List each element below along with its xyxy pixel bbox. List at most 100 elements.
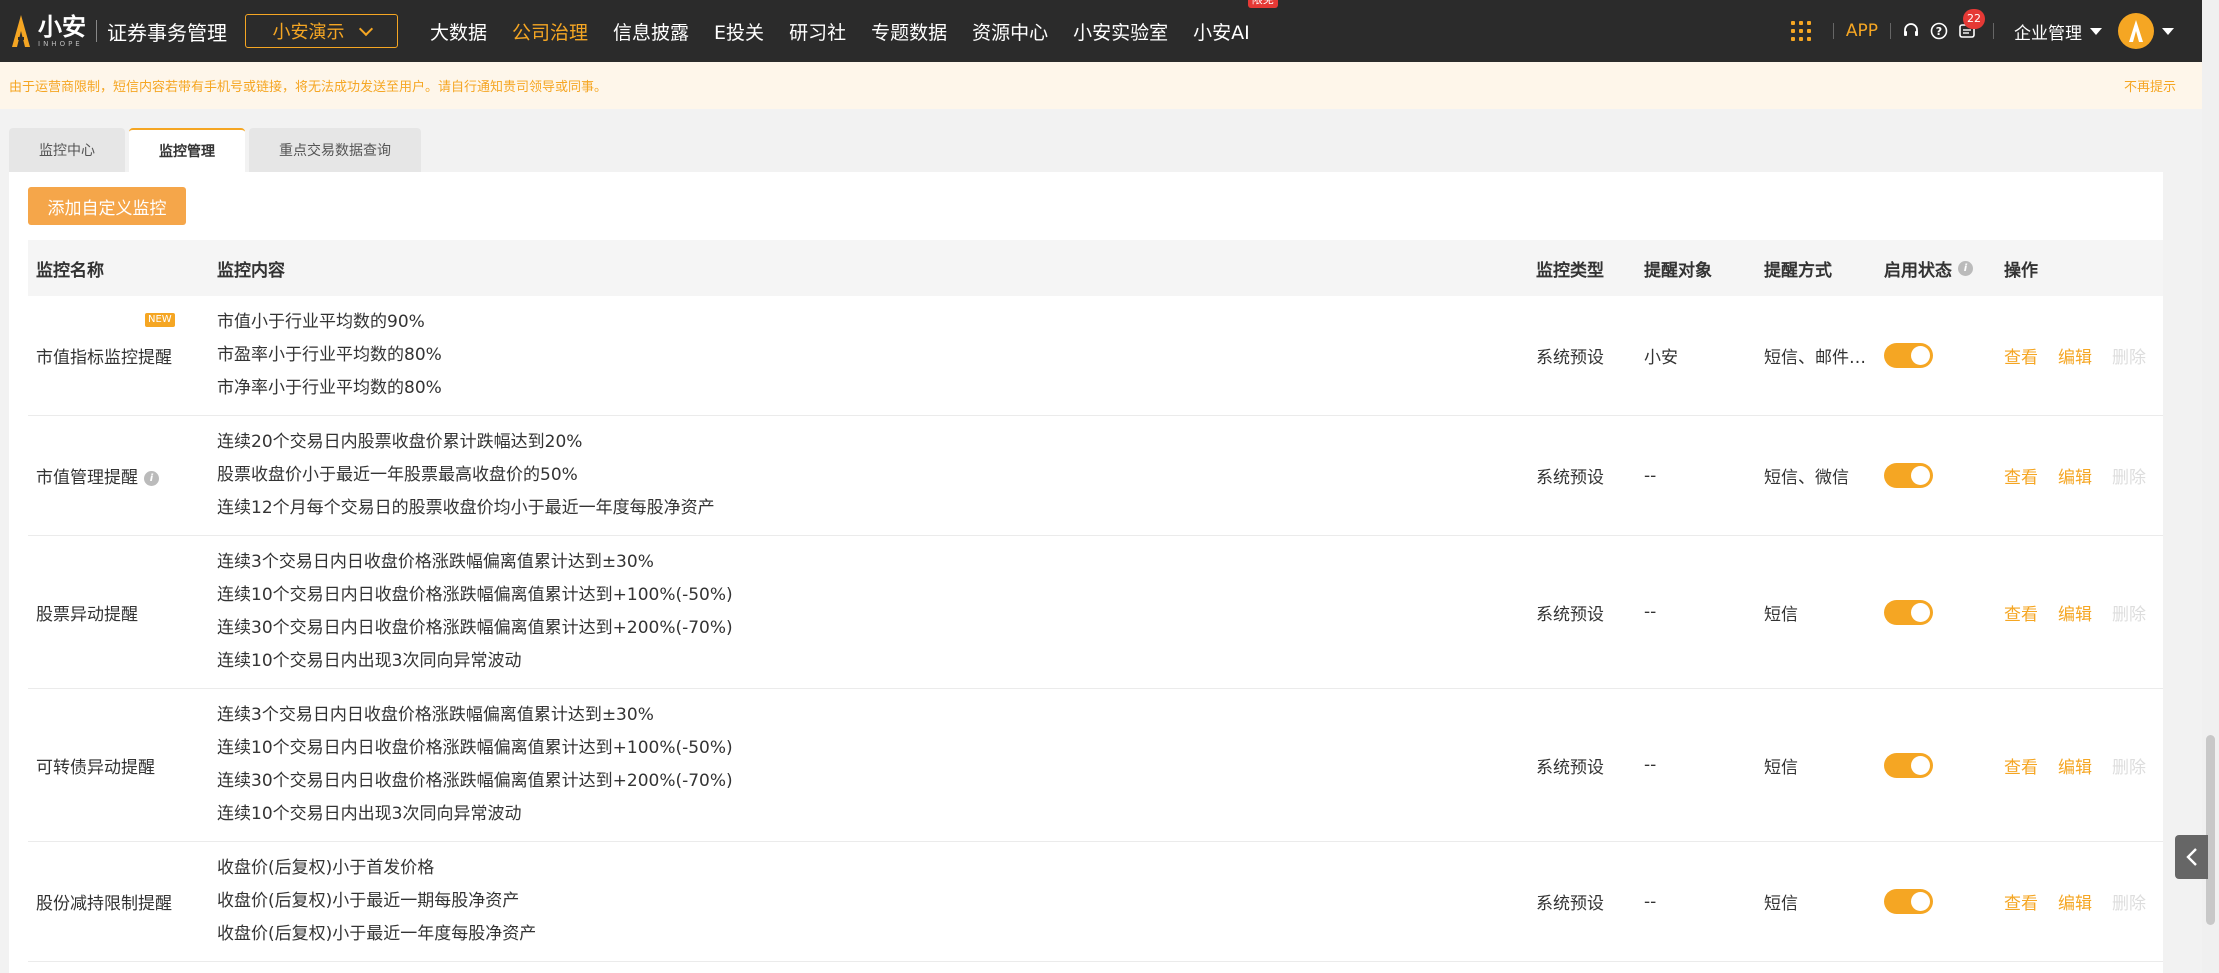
monitor-content-cell: 连续20个交易日内股票收盘价累计跌幅达到20% 股票收盘价小于最近一年股票最高收盘… bbox=[209, 416, 1528, 535]
table-row: 市值管理提醒 i 连续20个交易日内股票收盘价累计跌幅达到20% 股票收盘价小于最近一… bbox=[28, 416, 2163, 536]
status-cell bbox=[1876, 463, 1996, 488]
view-link[interactable]: 查看 bbox=[2004, 463, 2038, 488]
nav-item[interactable]: 专题数据 bbox=[871, 18, 947, 45]
brand-logo[interactable]: 小安 INHOPE 证券事务管理 bbox=[8, 0, 227, 62]
avatar[interactable] bbox=[2118, 13, 2154, 49]
tab[interactable]: 重点交易数据查询 bbox=[249, 128, 421, 172]
message-icon[interactable]: 22 bbox=[1957, 9, 1985, 41]
monitor-condition: 连续10个交易日内日收盘价格涨跌幅偏离值累计达到+100%(-50%) bbox=[217, 585, 733, 605]
reminder-method: 短信 bbox=[1764, 604, 1798, 625]
reminder-target: -- bbox=[1644, 755, 1657, 775]
headset-icon[interactable] bbox=[1901, 21, 1921, 41]
scrollbar-thumb[interactable] bbox=[2206, 735, 2215, 925]
delete-link: 删除 bbox=[2112, 894, 2146, 914]
reminder-method-cell: 短信、微信 bbox=[1756, 463, 1876, 488]
info-icon[interactable]: i bbox=[144, 470, 159, 486]
enable-toggle[interactable] bbox=[1884, 463, 1933, 488]
monitor-condition: 收盘价(后复权)小于最近一年度每股净资产 bbox=[217, 924, 537, 944]
monitor-content-cell: 连续3个交易日内日收盘价格涨跌幅偏离值累计达到±30% 连续10个交易日内日收盘价… bbox=[209, 689, 1528, 841]
tab[interactable]: 监控管理 bbox=[129, 128, 245, 172]
table-row: 股份减持限制提醒 收盘价(后复权)小于首发价格 收盘价(后复权)小于最近一期每股净资… bbox=[28, 842, 2163, 962]
monitor-type: 系统预设 bbox=[1536, 348, 1604, 368]
nav-item-label: 资源中心 bbox=[972, 21, 1049, 44]
caret-down-icon[interactable] bbox=[2162, 27, 2174, 35]
nav-item[interactable]: 大数据 bbox=[430, 18, 487, 45]
monitor-condition: 连续10个交易日内出现3次同向异常波动 bbox=[217, 651, 522, 671]
apps-grid-icon[interactable] bbox=[1790, 21, 1811, 41]
nav-item[interactable]: 研习社 bbox=[789, 18, 846, 45]
page-scrollbar[interactable] bbox=[2202, 0, 2219, 973]
monitor-condition: 连续3个交易日内日收盘价格涨跌幅偏离值累计达到±30% bbox=[217, 552, 654, 572]
app-download-link[interactable]: APP bbox=[1846, 21, 1878, 41]
info-icon[interactable]: i bbox=[1958, 260, 1973, 276]
edit-link[interactable]: 编辑 bbox=[2058, 600, 2092, 625]
nav-item-label: 大数据 bbox=[430, 21, 488, 44]
nav-item-label: 专题数据 bbox=[871, 21, 948, 44]
reminder-method: 短信 bbox=[1764, 894, 1798, 914]
nav-item[interactable]: 资源中心 bbox=[972, 18, 1048, 45]
monitor-name: 股份减持限制提醒 bbox=[36, 894, 172, 914]
help-icon[interactable]: ? bbox=[1929, 21, 1949, 41]
nav-item[interactable]: 公司治理 bbox=[512, 18, 588, 45]
status-cell bbox=[1876, 343, 1996, 368]
collapse-panel-button[interactable] bbox=[2175, 835, 2208, 879]
main-nav: 大数据 公司治理 信息披露 E投关 研习社 专题数据 资源中心 小安实验室 小安AI 限免 bbox=[430, 0, 1278, 62]
row-actions: 查看 编辑 删除 bbox=[1996, 343, 2163, 368]
chevron-down-icon bbox=[358, 21, 373, 36]
monitor-condition: 市值小于行业平均数的90% bbox=[217, 312, 425, 332]
enable-toggle[interactable] bbox=[1884, 599, 1933, 625]
limited-free-badge: 限免 bbox=[1247, 0, 1278, 8]
add-custom-monitor-button[interactable]: 添加自定义监控 bbox=[28, 187, 186, 225]
enable-toggle[interactable] bbox=[1884, 752, 1933, 778]
table-header: 监控名称 监控内容 监控类型 提醒对象 提醒方式 启用状态 i 操作 bbox=[28, 240, 2163, 296]
reminder-target: -- bbox=[1644, 891, 1657, 912]
row-actions: 查看 编辑 删除 bbox=[1996, 600, 2163, 625]
nav-item[interactable]: 小安实验室 bbox=[1073, 18, 1168, 45]
nav-item[interactable]: E投关 bbox=[714, 18, 764, 45]
message-count-badge: 22 bbox=[1963, 9, 1985, 29]
row-actions: 查看 编辑 删除 bbox=[1996, 889, 2163, 914]
monitor-type: 系统预设 bbox=[1536, 604, 1604, 625]
monitor-name-cell: 可转债异动提醒 bbox=[28, 753, 209, 778]
monitor-name: 市值管理提醒 bbox=[36, 468, 138, 488]
enterprise-menu-label: 企业管理 bbox=[2014, 23, 2082, 44]
monitor-type: 系统预设 bbox=[1536, 468, 1604, 488]
monitor-condition: 市盈率小于行业平均数的80% bbox=[217, 345, 442, 365]
header-status: 启用状态 i bbox=[1876, 256, 1996, 281]
edit-link[interactable]: 编辑 bbox=[2058, 343, 2092, 368]
monitor-condition: 连续10个交易日内日收盘价格涨跌幅偏离值累计达到+100%(-50%) bbox=[217, 738, 733, 758]
divider bbox=[1993, 23, 1994, 39]
enable-toggle[interactable] bbox=[1884, 889, 1933, 914]
reminder-method: 短信、邮件、微信 bbox=[1764, 348, 1874, 368]
enable-toggle[interactable] bbox=[1884, 343, 1933, 368]
view-link[interactable]: 查看 bbox=[2004, 753, 2038, 778]
row-actions: 查看 编辑 删除 bbox=[1996, 463, 2163, 488]
tab-bar: 监控中心 监控管理 重点交易数据查询 bbox=[9, 128, 421, 172]
edit-link[interactable]: 编辑 bbox=[2058, 463, 2092, 488]
view-link[interactable]: 查看 bbox=[2004, 343, 2038, 368]
view-link[interactable]: 查看 bbox=[2004, 889, 2038, 914]
monitor-name-cell: 市值管理提醒 i bbox=[28, 463, 209, 488]
svg-text:?: ? bbox=[1936, 25, 1942, 38]
divider bbox=[1832, 23, 1834, 39]
reminder-method-cell: 短信 bbox=[1756, 889, 1876, 914]
enterprise-menu[interactable]: 企业管理 bbox=[2014, 19, 2102, 44]
view-link[interactable]: 查看 bbox=[2004, 600, 2038, 625]
nav-item[interactable]: 小安AI 限免 bbox=[1193, 0, 1278, 45]
monitor-condition: 连续30个交易日内日收盘价格涨跌幅偏离值累计达到+200%(-70%) bbox=[217, 618, 733, 638]
dismiss-notice-link[interactable]: 不再提示 bbox=[2124, 76, 2176, 95]
company-selector-value: 小安演示 bbox=[272, 22, 345, 43]
row-actions: 查看 编辑 删除 bbox=[1996, 753, 2163, 778]
reminder-method-cell: 短信、邮件、微信 bbox=[1756, 343, 1876, 368]
edit-link[interactable]: 编辑 bbox=[2058, 753, 2092, 778]
nav-item[interactable]: 信息披露 bbox=[613, 18, 689, 45]
reminder-method: 短信 bbox=[1764, 757, 1798, 778]
monitor-name-cell: 市值指标监控提醒 NEW bbox=[28, 313, 209, 368]
header-target: 提醒对象 bbox=[1644, 260, 1712, 281]
monitor-name: 市值指标监控提醒 bbox=[36, 348, 172, 368]
tab[interactable]: 监控中心 bbox=[9, 128, 125, 172]
nav-item-label: 小安实验室 bbox=[1073, 21, 1169, 44]
monitor-condition: 连续10个交易日内出现3次同向异常波动 bbox=[217, 804, 522, 824]
company-selector[interactable]: 小安演示 bbox=[245, 14, 398, 48]
edit-link[interactable]: 编辑 bbox=[2058, 889, 2092, 914]
